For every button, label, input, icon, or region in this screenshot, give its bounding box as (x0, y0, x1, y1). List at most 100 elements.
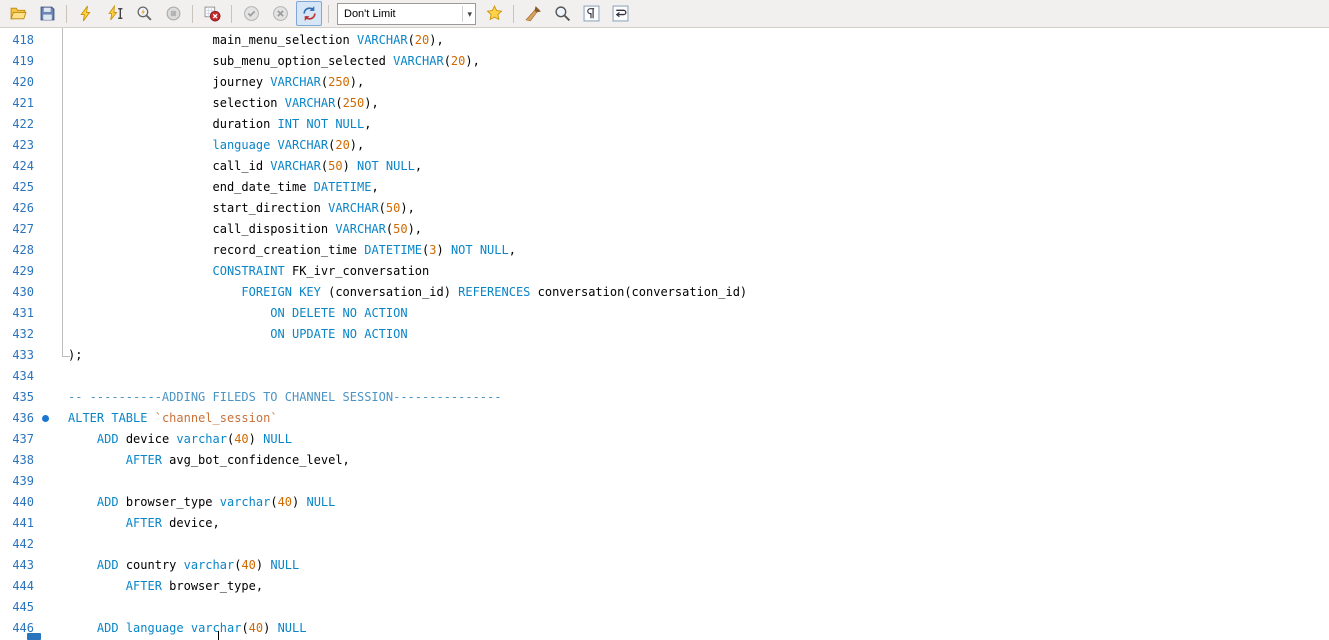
toggle-stop-on-error-button[interactable] (199, 1, 225, 26)
gutter-marker-column (38, 261, 68, 282)
snippet-star-icon (486, 5, 503, 22)
code-line[interactable]: 440 ADD browser_type varchar(40) NULL (0, 492, 1329, 513)
gutter-marker-column (38, 282, 68, 303)
beautify-script-button[interactable] (520, 1, 546, 26)
line-number: 425 (0, 177, 38, 198)
stop-disabled-icon (165, 5, 182, 22)
code-line[interactable]: 442 (0, 534, 1329, 555)
code-line[interactable]: 432 ON UPDATE NO ACTION (0, 324, 1329, 345)
code-line[interactable]: 444 AFTER browser_type, (0, 576, 1329, 597)
toolbar-separator (192, 5, 193, 23)
code-line[interactable]: 422 duration INT NOT NULL, (0, 114, 1329, 135)
code-line[interactable]: 445 (0, 597, 1329, 618)
gutter-marker-column (38, 408, 68, 429)
code-line[interactable]: 437 ADD device varchar(40) NULL (0, 429, 1329, 450)
rollback-button[interactable] (267, 1, 293, 26)
find-button[interactable] (549, 1, 575, 26)
limit-dropdown-value: Don't Limit (344, 8, 396, 20)
code-line[interactable]: 419 sub_menu_option_selected VARCHAR(20)… (0, 51, 1329, 72)
toggle-word-wrap-button[interactable] (607, 1, 633, 26)
code-line[interactable]: 428 record_creation_time DATETIME(3) NOT… (0, 240, 1329, 261)
statement-marker-icon (42, 415, 49, 422)
line-number: 430 (0, 282, 38, 303)
code-line[interactable]: 426 start_direction VARCHAR(50), (0, 198, 1329, 219)
execute-statement-button[interactable] (102, 1, 128, 26)
code-line[interactable]: 435-- ----------ADDING FILEDS TO CHANNEL… (0, 387, 1329, 408)
code-text: start_direction VARCHAR(50), (68, 198, 415, 219)
code-text: ); (68, 345, 82, 366)
gutter-marker-column (38, 450, 68, 471)
code-text: ON UPDATE NO ACTION (68, 324, 408, 345)
magnifier-lightning-icon (136, 5, 153, 22)
code-text: FOREIGN KEY (conversation_id) REFERENCES… (68, 282, 747, 303)
toggle-autocommit-button[interactable] (296, 1, 322, 26)
open-script-button[interactable] (5, 1, 31, 26)
line-number: 442 (0, 534, 38, 555)
code-text: CONSTRAINT FK_ivr_conversation (68, 261, 429, 282)
explain-statement-button[interactable] (131, 1, 157, 26)
chevron-down-icon: ▾ (462, 6, 472, 22)
line-number: 426 (0, 198, 38, 219)
toolbar-separator (66, 5, 67, 23)
line-number: 432 (0, 324, 38, 345)
code-line[interactable]: 421 selection VARCHAR(250), (0, 93, 1329, 114)
gutter-marker-column (38, 114, 68, 135)
line-number: 418 (0, 30, 38, 51)
line-number: 428 (0, 240, 38, 261)
gutter-marker-column (38, 345, 68, 366)
save-script-button[interactable] (34, 1, 60, 26)
gutter-marker-column (38, 576, 68, 597)
sql-editor-toolbar: Don't Limit ▾ (0, 0, 1329, 28)
code-line[interactable]: 420 journey VARCHAR(250), (0, 72, 1329, 93)
code-line[interactable]: 438 AFTER avg_bot_confidence_level, (0, 450, 1329, 471)
stop-on-error-icon (204, 5, 221, 22)
code-text: ADD device varchar(40) NULL (68, 429, 292, 450)
code-line[interactable]: 423 language VARCHAR(20), (0, 135, 1329, 156)
code-line[interactable]: 431 ON DELETE NO ACTION (0, 303, 1329, 324)
line-number: 423 (0, 135, 38, 156)
code-line[interactable]: 427 call_disposition VARCHAR(50), (0, 219, 1329, 240)
line-number: 438 (0, 450, 38, 471)
code-line[interactable]: 425 end_date_time DATETIME, (0, 177, 1329, 198)
line-number: 444 (0, 576, 38, 597)
gutter-marker-column (38, 240, 68, 261)
line-number: 441 (0, 513, 38, 534)
commit-button[interactable] (238, 1, 264, 26)
code-line[interactable]: 430 FOREIGN KEY (conversation_id) REFERE… (0, 282, 1329, 303)
toggle-invisible-chars-button[interactable] (578, 1, 604, 26)
gutter-marker-column (38, 471, 68, 492)
code-line[interactable]: 443 ADD country varchar(40) NULL (0, 555, 1329, 576)
toolbar-separator (328, 5, 329, 23)
code-line[interactable]: 418 main_menu_selection VARCHAR(20), (0, 30, 1329, 51)
gutter-marker-column (38, 303, 68, 324)
code-line[interactable]: 436ALTER TABLE `channel_session` (0, 408, 1329, 429)
code-text: record_creation_time DATETIME(3) NOT NUL… (68, 240, 516, 261)
code-line[interactable]: 429 CONSTRAINT FK_ivr_conversation (0, 261, 1329, 282)
line-number: 440 (0, 492, 38, 513)
line-number: 439 (0, 471, 38, 492)
code-line[interactable]: 433); (0, 345, 1329, 366)
gutter-marker-column (38, 219, 68, 240)
code-text: ADD language varchar(40) NULL (68, 618, 306, 639)
code-line[interactable]: 434 (0, 366, 1329, 387)
code-text: duration INT NOT NULL, (68, 114, 371, 135)
line-number: 427 (0, 219, 38, 240)
stop-execution-button[interactable] (160, 1, 186, 26)
sql-editor[interactable]: 418 main_menu_selection VARCHAR(20),419 … (0, 28, 1329, 640)
toolbar-separator (231, 5, 232, 23)
code-line[interactable]: 441 AFTER device, (0, 513, 1329, 534)
execute-script-button[interactable] (73, 1, 99, 26)
code-line[interactable]: 446 ADD language varchar(40) NULL (0, 618, 1329, 639)
gutter-marker-column (38, 492, 68, 513)
save-snippet-button[interactable] (481, 1, 507, 26)
limit-rows-dropdown[interactable]: Don't Limit ▾ (337, 3, 476, 25)
code-text: call_disposition VARCHAR(50), (68, 219, 422, 240)
gutter-marker-column (38, 72, 68, 93)
lightning-icon (78, 5, 95, 22)
broom-icon (525, 5, 542, 22)
code-line[interactable]: 424 call_id VARCHAR(50) NOT NULL, (0, 156, 1329, 177)
line-number: 422 (0, 114, 38, 135)
code-line[interactable]: 439 (0, 471, 1329, 492)
gutter-marker-column (38, 555, 68, 576)
code-text: -- ----------ADDING FILEDS TO CHANNEL SE… (68, 387, 501, 408)
